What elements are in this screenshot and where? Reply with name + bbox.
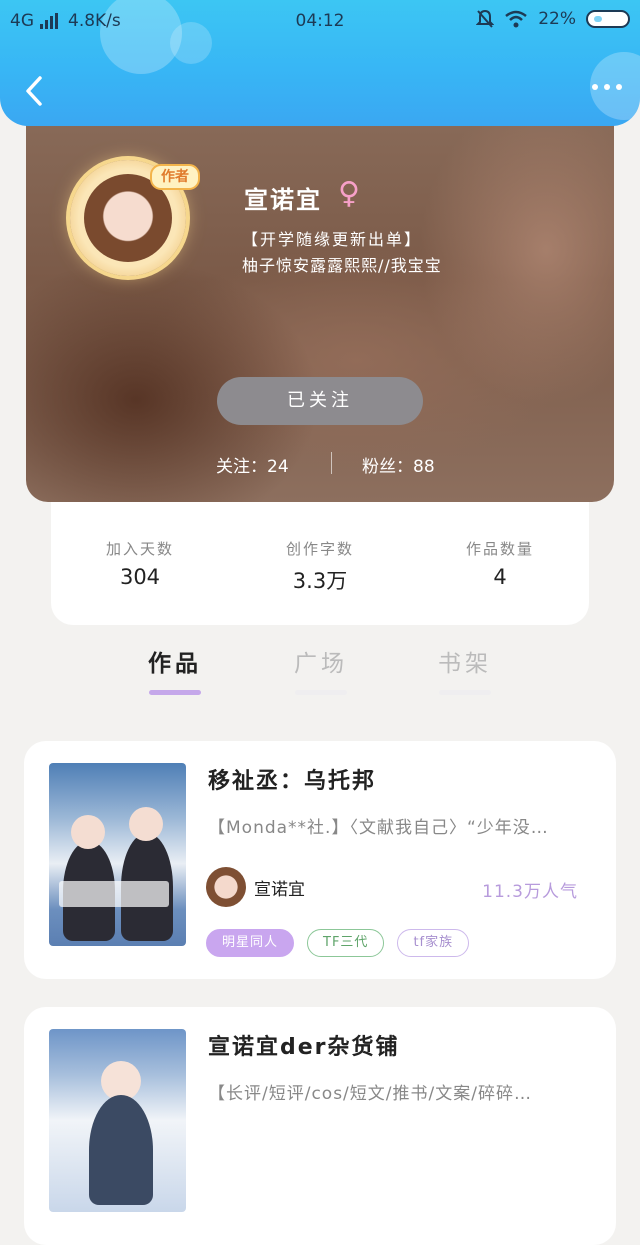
avatar [206, 867, 246, 907]
tab-bookshelf[interactable]: 书架 [425, 644, 505, 695]
profile-bio-line: 【开学随缘更新出单】 [242, 230, 423, 249]
work-cover-image [49, 1029, 186, 1212]
work-author[interactable]: 宣诺宜 [206, 867, 305, 907]
profile-name: 宣诺宜 [244, 186, 322, 214]
tab-square[interactable]: 广场 [281, 644, 361, 695]
more-dots-icon[interactable] [592, 84, 622, 90]
work-author-name: 宣诺宜 [254, 879, 305, 900]
tag-chip[interactable]: tf家族 [397, 929, 470, 957]
tab-label: 书架 [438, 651, 492, 677]
fans-count[interactable]: 粉丝：88 [362, 452, 435, 477]
work-title: 宣诺宜der杂货铺 [208, 1035, 400, 1060]
stat-label: 作品数量 [465, 540, 534, 558]
tab-works[interactable]: 作品 [135, 644, 215, 695]
work-card[interactable]: 宣诺宜der杂货铺 【长评/短评/cos/短文/推书/文案/碎碎… [24, 1007, 616, 1245]
profile-card: 作者 宣诺宜 ♀ 【开学随缘更新出单】 柚子惊安露露熙熙//我宝宝 已关注 关注… [26, 100, 614, 502]
tab-label: 广场 [294, 651, 348, 677]
stat-value: 304 [119, 565, 161, 589]
stats-card: 加入天数 304 创作字数 3.3万 作品数量 4 [51, 500, 589, 625]
stat-join-days: 加入天数 304 [70, 538, 210, 589]
author-badge: 作者 [150, 164, 200, 190]
tab-indicator [439, 690, 491, 695]
followed-button[interactable]: 已关注 [217, 377, 423, 425]
stat-label: 加入天数 [105, 540, 174, 558]
stat-work-count: 作品数量 4 [430, 538, 570, 589]
work-cover-image [49, 763, 186, 946]
avatar[interactable]: 作者 [70, 160, 200, 276]
top-bar: 4G 4.8K/s 04:12 22% [0, 0, 640, 126]
stat-value: 4 [493, 565, 507, 589]
work-title: 移祉丞：乌托邦 [208, 769, 377, 794]
chevron-left-icon[interactable] [22, 74, 46, 108]
work-card[interactable]: 移祉丞：乌托邦 【Monda**社.】〈文献我自己〉“少年没… 宣诺宜 11.3… [24, 741, 616, 979]
tag-chip[interactable]: 明星同人 [206, 929, 295, 957]
stat-label: 创作字数 [285, 540, 354, 558]
mute-bell-icon [476, 9, 495, 28]
following-count[interactable]: 关注：24 [216, 452, 289, 477]
stat-value: 3.3万 [292, 569, 348, 593]
tab-label: 作品 [148, 651, 202, 677]
work-description: 【Monda**社.】〈文献我自己〉“少年没… [208, 818, 549, 838]
profile-bio-line: 柚子惊安露露熙熙//我宝宝 [242, 256, 442, 275]
tab-indicator [149, 690, 201, 695]
battery-icon [586, 10, 630, 28]
female-icon: ♀ [338, 176, 360, 211]
work-description: 【长评/短评/cos/短文/推书/文案/碎碎… [208, 1084, 532, 1104]
stat-word-count: 创作字数 3.3万 [250, 538, 390, 595]
work-popularity: 11.3万人气 [482, 882, 578, 902]
battery-percent: 22% [538, 9, 576, 29]
status-bar: 4G 4.8K/s 04:12 22% [0, 0, 640, 44]
tab-indicator [295, 690, 347, 695]
tab-bar: 作品 广场 书架 [0, 640, 640, 710]
wifi-icon [505, 10, 527, 28]
work-tags: 明星同人 TF三代 tf家族 [206, 929, 470, 957]
tag-chip[interactable]: TF三代 [307, 929, 385, 957]
divider [331, 452, 332, 474]
